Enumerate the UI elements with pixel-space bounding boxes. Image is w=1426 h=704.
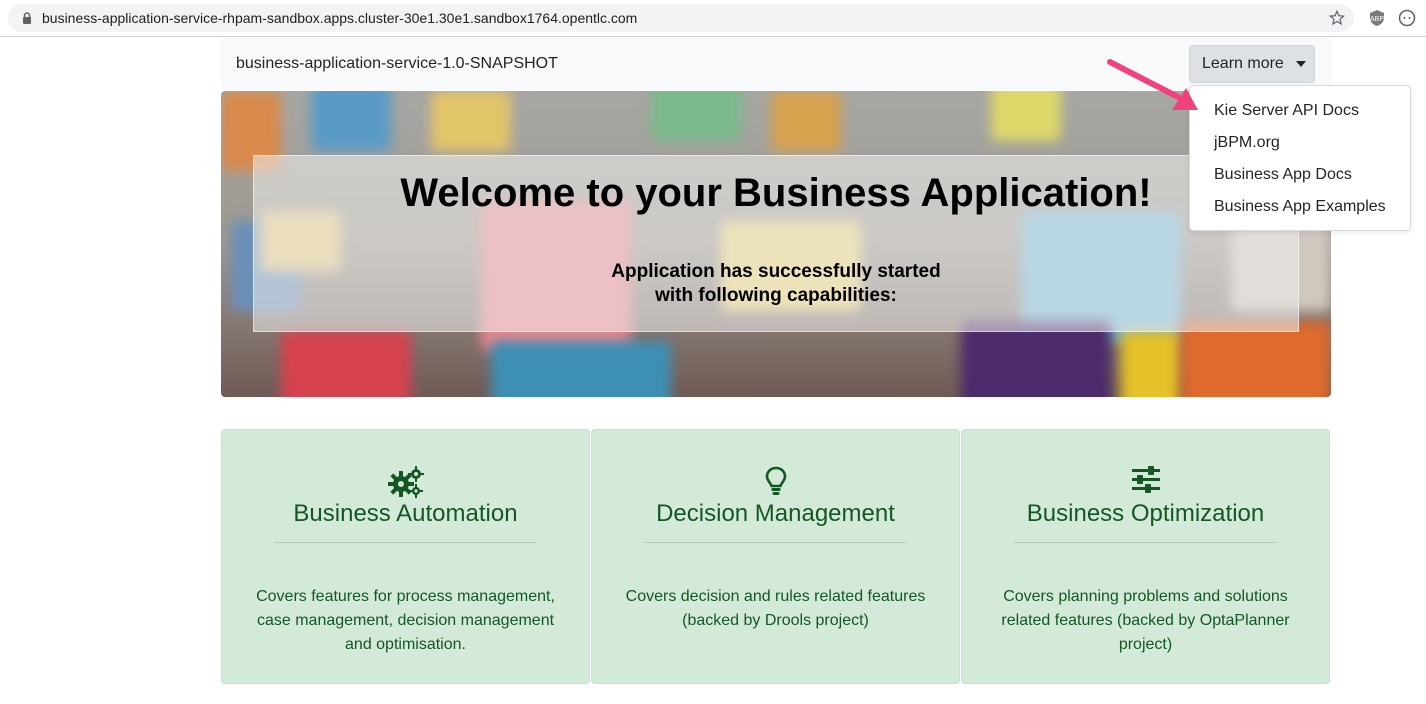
card-divider <box>1014 542 1277 543</box>
card-description: Covers features for process management, … <box>256 588 555 653</box>
lightbulb-icon <box>765 466 786 495</box>
dropdown-item-jbpm-org[interactable]: jBPM.org <box>1214 134 1280 152</box>
background-block <box>1181 321 1331 397</box>
app-brand[interactable]: business-application-service-1.0-SNAPSHO… <box>236 55 558 73</box>
background-block <box>771 91 841 151</box>
background-block <box>491 341 671 397</box>
lock-icon <box>23 12 31 24</box>
background-block <box>961 321 1111 397</box>
cogs-icon <box>387 466 424 498</box>
shield-extension-icon[interactable]: ABP <box>1368 9 1386 27</box>
card-description: Covers planning problems and solutions r… <box>1001 588 1290 653</box>
circle-extension-icon[interactable] <box>1398 9 1416 27</box>
learn-more-dropdown: Kie Server API Docs jBPM.org Business Ap… <box>1189 85 1411 231</box>
svg-text:ABP: ABP <box>1370 16 1384 23</box>
card-title: Business Automation <box>293 500 518 527</box>
card-divider <box>644 542 907 543</box>
background-block <box>431 91 511 151</box>
background-block <box>311 91 391 151</box>
card-business-optimization: Business Optimization Covers planning pr… <box>961 429 1330 684</box>
card-decision-management: Decision Management Covers decision and … <box>591 429 960 684</box>
background-block <box>281 331 411 397</box>
card-title: Decision Management <box>656 500 895 527</box>
background-block <box>991 91 1061 141</box>
background-block <box>651 91 741 141</box>
address-bar[interactable]: business-application-service-rhpam-sandb… <box>8 4 1354 32</box>
card-description: Covers decision and rules related featur… <box>625 588 926 629</box>
url-text: business-application-service-rhpam-sandb… <box>42 10 638 26</box>
star-icon[interactable] <box>1328 9 1346 27</box>
hero-subtitle-line2: with following capabilities: <box>655 285 897 306</box>
hero-subtitle-line1: Application has successfully started <box>611 261 941 282</box>
card-title: Business Optimization <box>1026 500 1265 527</box>
annotation-arrow-icon <box>1107 59 1198 110</box>
card-divider <box>274 542 537 543</box>
dropdown-item-business-app-examples[interactable]: Business App Examples <box>1214 198 1386 216</box>
browser-toolbar: business-application-service-rhpam-sandb… <box>0 0 1426 37</box>
dropdown-item-kie-server-api-docs[interactable]: Kie Server API Docs <box>1214 102 1359 120</box>
learn-more-label: Learn more <box>1202 55 1284 72</box>
hero-banner: Welcome to your Business Application! Ap… <box>221 91 1331 397</box>
caret-down-icon <box>1295 61 1306 67</box>
background-block <box>1121 331 1181 397</box>
sliders-icon <box>1131 466 1160 493</box>
dropdown-item-business-app-docs[interactable]: Business App Docs <box>1214 166 1352 184</box>
card-business-automation: Business Automation Covers features for … <box>221 429 590 684</box>
hero-title: Welcome to your Business Application! <box>400 171 1152 215</box>
